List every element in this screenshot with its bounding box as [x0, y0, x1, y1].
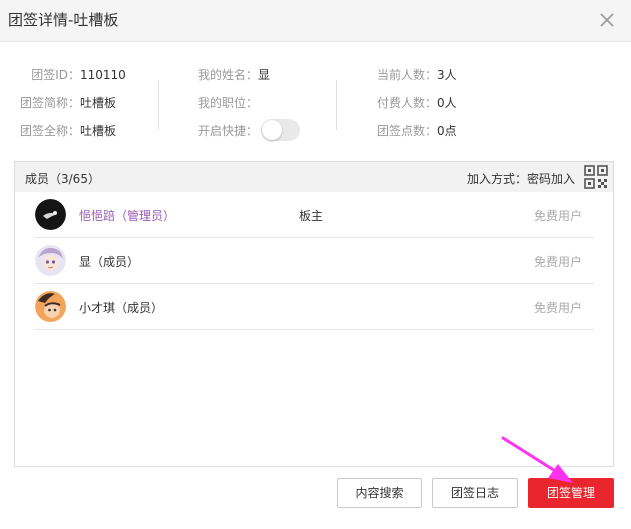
info-label: 团签ID：: [31, 68, 80, 82]
dialog-title: 团签详情-吐槽板: [8, 11, 119, 29]
members-count: 成员（3/65）: [25, 172, 100, 186]
info-value: 0人: [437, 96, 457, 110]
member-row[interactable]: 显（成员） 免费用户: [34, 238, 594, 284]
info-row-my-position: 我的职位：: [198, 95, 258, 111]
info-row-shortcut: 开启快捷：: [198, 123, 258, 139]
info-label: 付费人数：: [377, 96, 438, 110]
avatar: [35, 245, 66, 276]
info-row-full-name: 团签全称：吐槽板: [18, 123, 116, 139]
info-label: 我的姓名：: [198, 68, 259, 82]
info-value: 吐槽板: [80, 96, 117, 110]
qr-code-icon[interactable]: [583, 164, 609, 190]
column-divider: [158, 80, 159, 130]
info-label: 开启快捷：: [198, 124, 259, 138]
member-name: 悒悒踣（管理员）: [79, 209, 176, 223]
info-value: 吐槽板: [80, 124, 117, 138]
info-row-points: 团签点数：0点: [377, 123, 457, 139]
column-divider: [336, 80, 337, 130]
info-value: 0点: [437, 124, 457, 138]
group-manage-button[interactable]: 团签管理: [528, 478, 614, 508]
content-search-button[interactable]: 内容搜索: [337, 478, 422, 508]
member-account-type: 免费用户: [533, 301, 582, 315]
member-name: 显（成员）: [79, 255, 140, 269]
info-label: 当前人数：: [377, 68, 438, 82]
avatar: [35, 291, 66, 322]
title-bar: 团签详情-吐槽板: [0, 0, 631, 42]
info-row-short-name: 团签简称：吐槽板: [18, 95, 116, 111]
member-name: 小才琪（成员）: [79, 301, 164, 315]
toggle-knob: [262, 120, 282, 140]
info-label: 团签简称：: [19, 96, 80, 110]
info-label: 我的职位：: [198, 96, 259, 110]
info-row-my-name: 我的姓名：显: [198, 67, 270, 83]
info-row-paid-count: 付费人数：0人: [377, 95, 457, 111]
info-row-group-id: 团签ID：110110: [18, 67, 126, 83]
group-details-dialog: 团签详情-吐槽板 团签ID：110110 团签简称：吐槽板 团签全称：吐槽板 我…: [0, 0, 631, 529]
close-icon[interactable]: [597, 10, 617, 30]
avatar: [35, 199, 66, 230]
shortcut-toggle[interactable]: [261, 119, 300, 141]
group-info-panel: 团签ID：110110 团签简称：吐槽板 团签全称：吐槽板 我的姓名：显 我的职…: [0, 60, 631, 144]
join-method: 加入方式：密码加入: [466, 172, 575, 186]
group-log-button[interactable]: 团签日志: [432, 478, 518, 508]
info-label: 团签全称：: [19, 124, 80, 138]
members-panel: 成员（3/65） 加入方式：密码加入 悒悒踣（管理员） 板主 免费用户 显（成员…: [14, 161, 614, 467]
info-label: 团签点数：: [377, 124, 438, 138]
member-account-type: 免费用户: [533, 255, 582, 269]
member-row[interactable]: 悒悒踣（管理员） 板主 免费用户: [34, 192, 594, 238]
member-row[interactable]: 小才琪（成员） 免费用户: [34, 284, 594, 330]
members-header: 成员（3/65） 加入方式：密码加入: [15, 162, 613, 192]
info-value: 3人: [437, 68, 457, 82]
info-row-current-count: 当前人数：3人: [377, 67, 457, 83]
info-value: 显: [258, 68, 271, 82]
member-role: 板主: [299, 209, 324, 223]
member-account-type: 免费用户: [533, 209, 582, 223]
info-value: 110110: [80, 68, 126, 82]
